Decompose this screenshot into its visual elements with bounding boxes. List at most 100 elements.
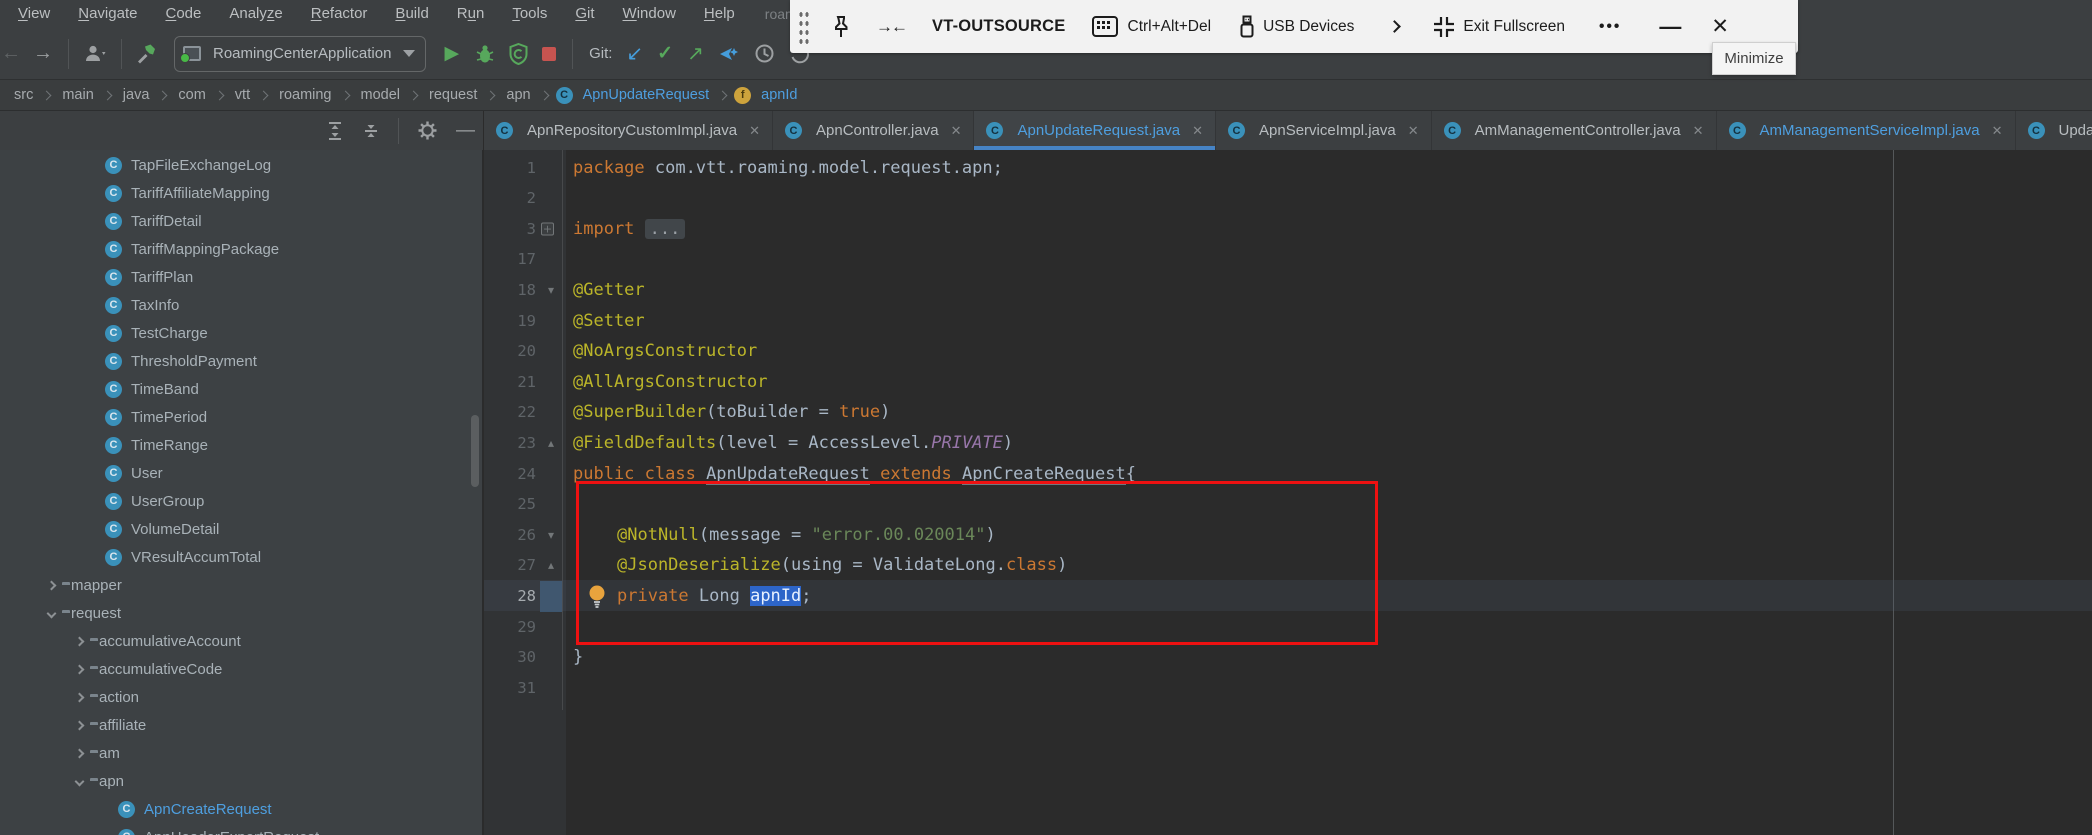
collapse-toolbar-icon[interactable]: →← <box>876 11 906 43</box>
lightbulb-icon[interactable] <box>586 584 608 608</box>
code-line-25[interactable]: 25 <box>484 489 2092 520</box>
tab-ammanagementcontroller-java[interactable]: CAmManagementController.java✕ <box>1432 111 1717 150</box>
code-line-22[interactable]: 22@SuperBuilder(toBuilder = true) <box>484 397 2092 428</box>
exit-fullscreen-button[interactable]: Exit Fullscreen <box>1463 18 1565 36</box>
code-line-24[interactable]: 24public class ApnUpdateRequest extends … <box>484 458 2092 489</box>
code-line-30[interactable]: 30} <box>484 642 2092 673</box>
tree-item-accumulativeCode[interactable]: accumulativeCode <box>0 655 482 683</box>
more-options-button[interactable]: ••• <box>1599 18 1621 36</box>
hide-panel-icon[interactable]: — <box>456 115 475 147</box>
stop-button[interactable] <box>542 38 556 70</box>
menu-item-git[interactable]: Git <box>561 0 608 28</box>
profile-icon[interactable] <box>83 38 109 70</box>
code-line-19[interactable]: 19@Setter <box>484 305 2092 336</box>
breadcrumb-field-item[interactable]: apnId <box>757 87 801 103</box>
tab-apnrepositorycustomimpl-java[interactable]: CApnRepositoryCustomImpl.java✕ <box>484 111 773 150</box>
code-line-29[interactable]: 29 <box>484 611 2092 642</box>
tree-item-affiliate[interactable]: affiliate <box>0 711 482 739</box>
menu-item-view[interactable]: View <box>4 0 64 28</box>
breadcrumb-item[interactable]: roaming <box>275 87 335 103</box>
breadcrumb-item[interactable]: request <box>425 87 481 103</box>
chevron-right-icon[interactable] <box>1389 20 1402 33</box>
fold-marker-icon[interactable]: ▴ <box>548 437 554 449</box>
tree-item-ApnHeaderExportRequest[interactable]: CApnHeaderExportRequest <box>0 823 482 835</box>
tab-apncontroller-java[interactable]: CApnController.java✕ <box>773 111 974 150</box>
forward-button[interactable]: → <box>30 38 56 70</box>
tree-chevron-icon[interactable] <box>68 742 90 764</box>
ctrl-alt-del-button[interactable]: Ctrl+Alt+Del <box>1128 18 1212 36</box>
breadcrumb-item[interactable]: src <box>10 87 37 103</box>
code-line-21[interactable]: 21@AllArgsConstructor <box>484 366 2092 397</box>
fold-marker-icon[interactable]: ▾ <box>548 529 554 541</box>
breadcrumb-class-item[interactable]: ApnUpdateRequest <box>579 87 714 103</box>
menu-item-code[interactable]: Code <box>151 0 215 28</box>
breadcrumb-item[interactable]: model <box>357 87 405 103</box>
tree-item-TestCharge[interactable]: CTestCharge <box>0 319 482 347</box>
run-configuration-select[interactable]: RoamingCenterApplication <box>174 36 426 72</box>
tree-chevron-icon[interactable] <box>68 770 90 792</box>
close-tab-icon[interactable]: ✕ <box>1990 121 2005 141</box>
back-button[interactable]: ← <box>0 38 22 70</box>
breadcrumb-item[interactable]: apn <box>502 87 534 103</box>
tab-apnserviceimpl-java[interactable]: CApnServiceImpl.java✕ <box>1216 111 1432 150</box>
tab-apnupdaterequest-java[interactable]: CApnUpdateRequest.java✕ <box>974 111 1216 150</box>
gear-icon[interactable] <box>417 115 438 147</box>
menu-item-build[interactable]: Build <box>381 0 442 28</box>
menu-item-window[interactable]: Window <box>609 0 690 28</box>
tab-update[interactable]: CUpdate✕ <box>2016 111 2092 150</box>
close-tab-icon[interactable]: ✕ <box>747 121 762 141</box>
code-line-27[interactable]: 27▴@JsonDeserialize(using = ValidateLong… <box>484 550 2092 581</box>
history-icon[interactable] <box>754 38 775 70</box>
build-hammer-icon[interactable] <box>136 38 158 70</box>
breadcrumb-item[interactable]: main <box>58 87 97 103</box>
code-line-18[interactable]: 18▾@Getter <box>484 274 2092 305</box>
git-push-button[interactable]: ↗ <box>687 38 704 70</box>
tree-item-request[interactable]: request <box>0 599 482 627</box>
tree-chevron-icon[interactable] <box>68 714 90 736</box>
minimize-button[interactable]: — <box>1659 14 1681 40</box>
close-tab-icon[interactable]: ✕ <box>1190 121 1205 141</box>
tree-item-VResultAccumTotal[interactable]: CVResultAccumTotal <box>0 543 482 571</box>
code-line-23[interactable]: 23▴@FieldDefaults(level = AccessLevel.PR… <box>484 427 2092 458</box>
tree-item-TariffAffiliateMapping[interactable]: CTariffAffiliateMapping <box>0 179 482 207</box>
tree-chevron-icon[interactable] <box>68 686 90 708</box>
menu-item-run[interactable]: Run <box>443 0 499 28</box>
tree-item-UserGroup[interactable]: CUserGroup <box>0 487 482 515</box>
git-shelve-icon[interactable] <box>718 38 740 70</box>
menu-item-tools[interactable]: Tools <box>498 0 561 28</box>
menu-item-analyze[interactable]: Analyze <box>215 0 296 28</box>
code-line-28[interactable]: 28private Long apnId; <box>484 580 2092 611</box>
collapse-all-icon[interactable] <box>362 115 380 147</box>
run-with-coverage-button[interactable] <box>509 38 528 70</box>
fold-marker-icon[interactable]: ▾ <box>548 284 554 296</box>
fold-marker-icon[interactable]: ▴ <box>548 559 554 571</box>
breadcrumb-item[interactable]: com <box>174 87 209 103</box>
tree-item-TaxInfo[interactable]: CTaxInfo <box>0 291 482 319</box>
tree-item-mapper[interactable]: mapper <box>0 571 482 599</box>
tree-item-am[interactable]: am <box>0 739 482 767</box>
tree-item-User[interactable]: CUser <box>0 459 482 487</box>
close-tab-icon[interactable]: ✕ <box>949 121 964 141</box>
breadcrumb-item[interactable]: vtt <box>231 87 254 103</box>
close-button[interactable]: ✕ <box>1711 14 1729 39</box>
tree-chevron-icon[interactable] <box>68 658 90 680</box>
code-line-2[interactable]: 2 <box>484 183 2092 214</box>
tree-item-TariffDetail[interactable]: CTariffDetail <box>0 207 482 235</box>
debug-button[interactable] <box>475 38 495 70</box>
tree-item-ThresholdPayment[interactable]: CThresholdPayment <box>0 347 482 375</box>
tree-item-TariffPlan[interactable]: CTariffPlan <box>0 263 482 291</box>
code-line-1[interactable]: 1package com.vtt.roaming.model.request.a… <box>484 152 2092 183</box>
menu-item-help[interactable]: Help <box>690 0 749 28</box>
code-line-17[interactable]: 17 <box>484 244 2092 275</box>
tree-chevron-icon[interactable] <box>40 602 62 624</box>
tree-chevron-icon[interactable] <box>68 630 90 652</box>
expand-all-icon[interactable] <box>326 115 344 147</box>
pin-icon[interactable] <box>832 11 850 43</box>
run-button[interactable]: ▶ <box>444 38 459 70</box>
code-editor[interactable]: 1package com.vtt.roaming.model.request.a… <box>484 150 2092 835</box>
usb-devices-button[interactable]: USB Devices <box>1263 18 1354 36</box>
git-commit-button[interactable]: ✓ <box>657 38 673 70</box>
code-line-3[interactable]: 3+import ... <box>484 213 2092 244</box>
breadcrumb-item[interactable]: java <box>119 87 154 103</box>
fold-expand-icon[interactable]: + <box>541 222 554 235</box>
